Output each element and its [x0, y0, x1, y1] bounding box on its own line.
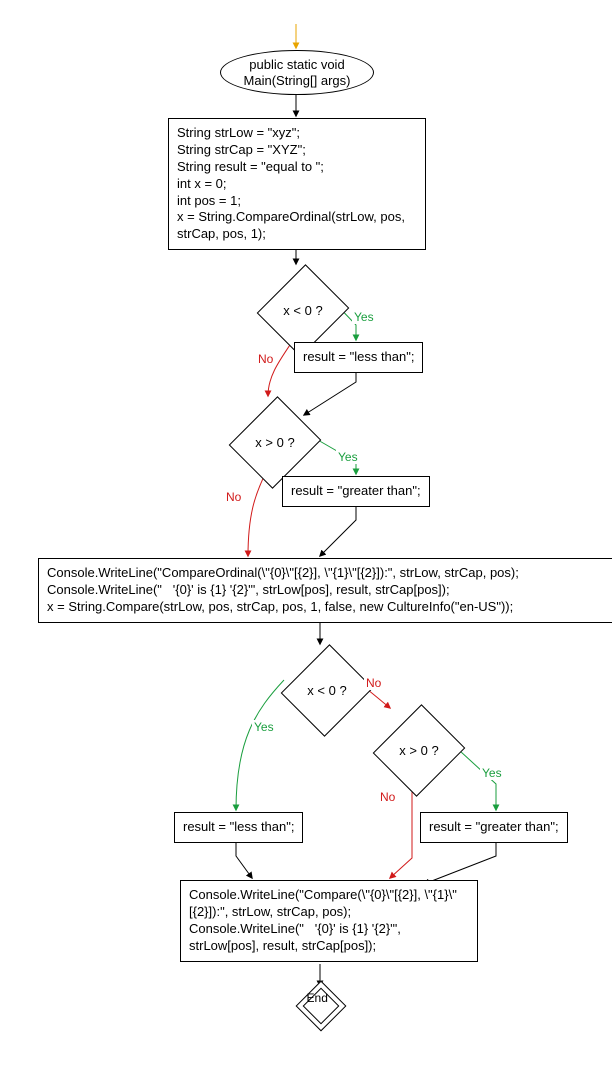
assign-less-than-a: result = "less than";: [294, 342, 423, 373]
decision-x-gt-0-a: x > 0 ?: [229, 396, 322, 489]
assign-less-than-b: result = "less than";: [174, 812, 303, 843]
flowchart-canvas: public static void Main(String[] args) S…: [20, 20, 612, 1048]
final-output: Console.WriteLine("Compare(\"{0}\"[{2}],…: [180, 880, 478, 962]
output-and-compare: Console.WriteLine("CompareOrdinal(\"{0}\…: [38, 558, 612, 623]
edge-no: No: [378, 790, 397, 804]
end-node: End: [296, 981, 347, 1032]
assign-greater-than-b: result = "greater than";: [420, 812, 568, 843]
assign-greater-than-a: result = "greater than";: [282, 476, 430, 507]
edge-yes: Yes: [252, 720, 276, 734]
decision-x-lt-0-b: x < 0 ?: [281, 644, 374, 737]
start-node: public static void Main(String[] args): [220, 50, 374, 95]
edge-no: No: [364, 676, 383, 690]
edge-no: No: [256, 352, 275, 366]
edge-yes: Yes: [480, 766, 504, 780]
edge-no: No: [224, 490, 243, 504]
init-node: String strLow = "xyz"; String strCap = "…: [168, 118, 426, 250]
edge-yes: Yes: [352, 310, 376, 324]
edge-yes: Yes: [336, 450, 360, 464]
decision-x-gt-0-b: x > 0 ?: [373, 704, 466, 797]
